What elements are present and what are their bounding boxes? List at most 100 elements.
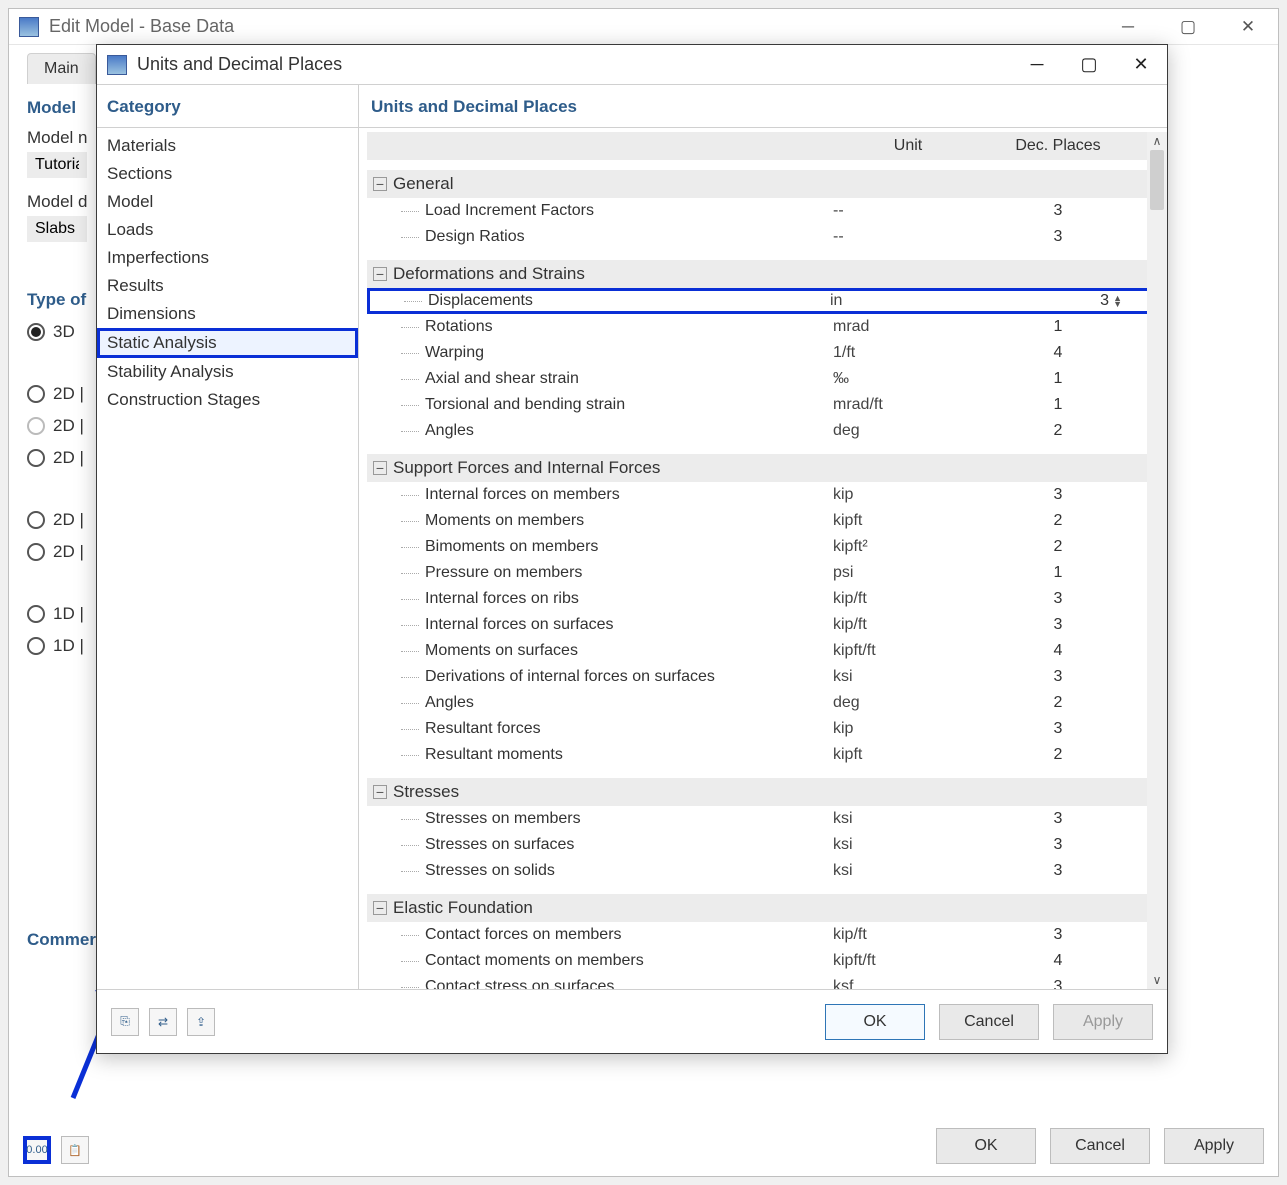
dec-value[interactable]: 3	[983, 228, 1133, 246]
unit-value[interactable]: --	[833, 228, 983, 246]
category-item-materials[interactable]: Materials	[97, 132, 358, 160]
table-row[interactable]: Displacementsin3▲▼	[367, 288, 1159, 314]
dialog-ok-button[interactable]: OK	[825, 1004, 925, 1040]
table-row[interactable]: Internal forces on ribskip/ft3	[367, 586, 1159, 612]
collapse-icon[interactable]: −	[373, 267, 387, 281]
section-header[interactable]: −Stresses	[367, 778, 1159, 806]
radio-circle-icon[interactable]	[27, 449, 45, 467]
dec-value[interactable]: 2	[983, 746, 1133, 764]
radio-circle-icon[interactable]	[27, 605, 45, 623]
dec-value[interactable]: 3	[983, 616, 1133, 634]
scroll-thumb[interactable]	[1150, 150, 1164, 210]
unit-value[interactable]: kip	[833, 720, 983, 738]
dec-value[interactable]: 3	[983, 810, 1133, 828]
dec-value[interactable]: 3	[983, 590, 1133, 608]
table-row[interactable]: Bimoments on memberskipft²2	[367, 534, 1159, 560]
table-row[interactable]: Stresses on membersksi3	[367, 806, 1159, 832]
category-item-model[interactable]: Model	[97, 188, 358, 216]
dec-value[interactable]: 1	[983, 396, 1133, 414]
dec-value[interactable]: 3	[983, 926, 1133, 944]
table-row[interactable]: Stresses on surfacesksi3	[367, 832, 1159, 858]
table-row[interactable]: Moments on memberskipft2	[367, 508, 1159, 534]
unit-value[interactable]: ‰	[833, 370, 983, 388]
scroll-down-icon[interactable]: ∨	[1147, 971, 1167, 989]
collapse-icon[interactable]: −	[373, 177, 387, 191]
dec-value[interactable]: 1	[983, 564, 1133, 582]
table-row[interactable]: Internal forces on memberskip3	[367, 482, 1159, 508]
table-row[interactable]: Design Ratios--3	[367, 224, 1159, 250]
radio-circle-icon[interactable]	[27, 637, 45, 655]
outer-apply-button[interactable]: Apply	[1164, 1128, 1264, 1164]
scroll-up-icon[interactable]: ∧	[1147, 132, 1167, 150]
collapse-icon[interactable]: −	[373, 461, 387, 475]
import-icon[interactable]: ⇪	[187, 1008, 215, 1036]
model-name-input[interactable]	[27, 152, 87, 178]
radio-circle-icon[interactable]	[27, 511, 45, 529]
dialog-cancel-button[interactable]: Cancel	[939, 1004, 1039, 1040]
collapse-icon[interactable]: −	[373, 901, 387, 915]
copy-icon[interactable]: ⎘	[111, 1008, 139, 1036]
unit-value[interactable]: kip/ft	[833, 926, 983, 944]
dec-value[interactable]: 3	[983, 836, 1133, 854]
dec-value[interactable]: 2	[983, 422, 1133, 440]
outer-cancel-button[interactable]: Cancel	[1050, 1128, 1150, 1164]
radio-circle-icon[interactable]	[27, 543, 45, 561]
unit-value[interactable]: mrad	[833, 318, 983, 336]
unit-value[interactable]: in	[830, 292, 980, 310]
unit-value[interactable]: kipft	[833, 746, 983, 764]
category-item-stability-analysis[interactable]: Stability Analysis	[97, 358, 358, 386]
unit-value[interactable]: --	[833, 202, 983, 220]
unit-value[interactable]: kipft/ft	[833, 642, 983, 660]
dec-value[interactable]: 4	[983, 344, 1133, 362]
unit-value[interactable]: kip/ft	[833, 590, 983, 608]
dialog-close-button[interactable]: ✕	[1115, 45, 1167, 85]
dec-value[interactable]: 2	[983, 694, 1133, 712]
table-row[interactable]: Axial and shear strain‰1	[367, 366, 1159, 392]
unit-value[interactable]: psi	[833, 564, 983, 582]
table-row[interactable]: Anglesdeg2	[367, 418, 1159, 444]
category-item-loads[interactable]: Loads	[97, 216, 358, 244]
section-header[interactable]: −Deformations and Strains	[367, 260, 1159, 288]
table-row[interactable]: Torsional and bending strainmrad/ft1	[367, 392, 1159, 418]
unit-value[interactable]: kipft	[833, 512, 983, 530]
section-header[interactable]: −Support Forces and Internal Forces	[367, 454, 1159, 482]
category-item-static-analysis[interactable]: Static Analysis	[97, 328, 358, 358]
unit-value[interactable]: ksi	[833, 668, 983, 686]
unit-value[interactable]: ksf	[833, 978, 983, 989]
close-button[interactable]: ✕	[1218, 9, 1278, 45]
unit-value[interactable]: 1/ft	[833, 344, 983, 362]
category-item-dimensions[interactable]: Dimensions	[97, 300, 358, 328]
category-item-results[interactable]: Results	[97, 272, 358, 300]
dec-value[interactable]: 2	[983, 512, 1133, 530]
table-row[interactable]: Resultant forceskip3	[367, 716, 1159, 742]
radio-circle-icon[interactable]	[27, 385, 45, 403]
grid-scrollbar[interactable]: ∧ ∨	[1147, 132, 1167, 989]
tab-main[interactable]: Main	[27, 53, 96, 84]
unit-value[interactable]: ksi	[833, 810, 983, 828]
category-item-sections[interactable]: Sections	[97, 160, 358, 188]
model-desc-input[interactable]	[27, 216, 87, 242]
table-row[interactable]: Stresses on solidsksi3	[367, 858, 1159, 884]
unit-value[interactable]: kip/ft	[833, 616, 983, 634]
table-row[interactable]: Warping1/ft4	[367, 340, 1159, 366]
paste-icon[interactable]: ⇄	[149, 1008, 177, 1036]
category-item-construction-stages[interactable]: Construction Stages	[97, 386, 358, 414]
section-header[interactable]: −General	[367, 170, 1159, 198]
table-row[interactable]: Contact moments on memberskipft/ft4	[367, 948, 1159, 974]
dialog-maximize-button[interactable]: ▢	[1063, 45, 1115, 85]
unit-value[interactable]: ksi	[833, 862, 983, 880]
dec-value[interactable]: 1	[983, 370, 1133, 388]
table-row[interactable]: Contact stress on surfacesksf3	[367, 974, 1159, 989]
unit-value[interactable]: ksi	[833, 836, 983, 854]
table-row[interactable]: Moments on surfaceskipft/ft4	[367, 638, 1159, 664]
table-row[interactable]: Contact forces on memberskip/ft3	[367, 922, 1159, 948]
units-icon[interactable]: 0.00	[23, 1136, 51, 1164]
dec-value[interactable]: 3	[983, 202, 1133, 220]
dialog-minimize-button[interactable]: ─	[1011, 45, 1063, 85]
dec-value[interactable]: 3	[983, 668, 1133, 686]
table-row[interactable]: Resultant momentskipft2	[367, 742, 1159, 768]
dec-value[interactable]: 3	[1100, 292, 1109, 310]
section-header[interactable]: −Elastic Foundation	[367, 894, 1159, 922]
outer-ok-button[interactable]: OK	[936, 1128, 1036, 1164]
table-row[interactable]: Pressure on memberspsi1	[367, 560, 1159, 586]
